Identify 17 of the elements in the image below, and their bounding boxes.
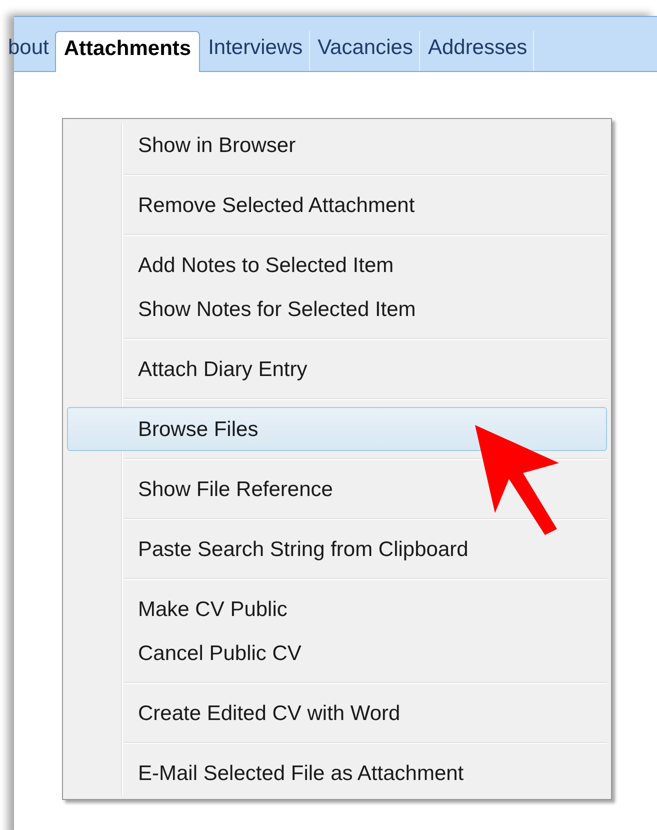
tab[interactable]: Vacancies [310, 31, 420, 71]
menu-item[interactable]: Show File Reference [67, 467, 607, 511]
menu-item[interactable]: E-Mail Selected File as Attachment [67, 751, 607, 795]
menu-item[interactable]: Remove Selected Attachment [67, 183, 607, 227]
menu-item[interactable]: Add Notes to Selected Item [67, 243, 607, 287]
menu-item[interactable]: Show in Browser [67, 123, 607, 167]
menu-item[interactable]: Cancel Public CV [67, 631, 607, 675]
menu-item[interactable]: Attach Diary Entry [67, 347, 607, 391]
tab[interactable]: Interviews [200, 31, 310, 71]
menu-item[interactable]: Browse Files [67, 407, 607, 451]
tab[interactable]: Attachments [54, 31, 200, 72]
menu-item[interactable]: Show Notes for Selected Item [67, 287, 607, 331]
tab[interactable]: bout [8, 31, 55, 71]
tab[interactable]: Addresses [420, 31, 534, 71]
menu-item[interactable]: Make CV Public [67, 587, 607, 631]
menu-item[interactable]: Paste Search String from Clipboard [67, 527, 607, 571]
menu-item[interactable]: Create Edited CV with Word [67, 691, 607, 735]
